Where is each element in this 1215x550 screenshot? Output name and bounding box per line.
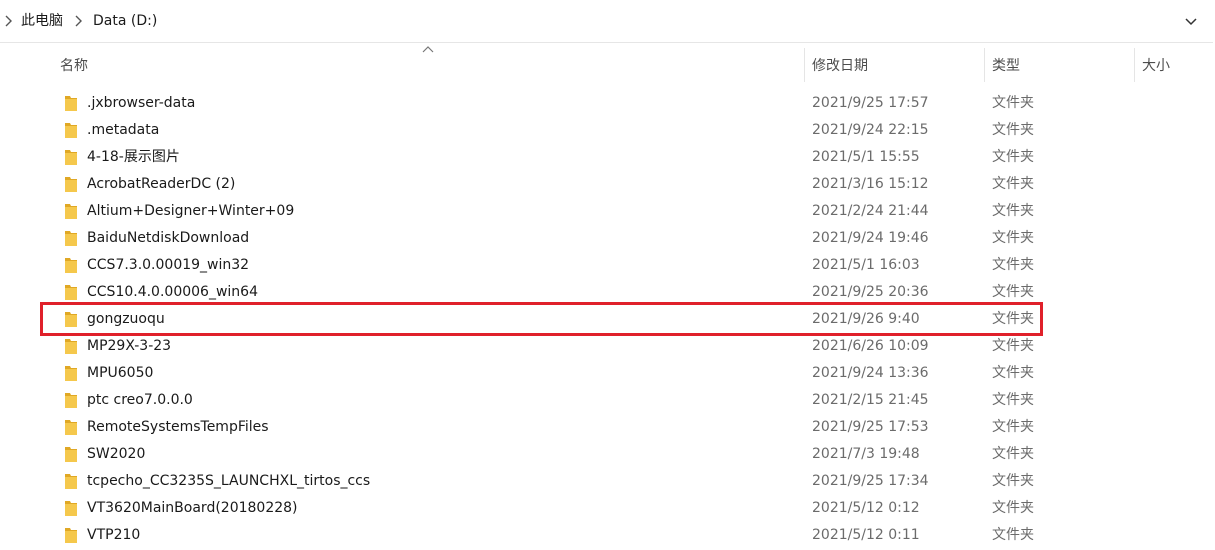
column-divider[interactable] bbox=[984, 48, 985, 82]
file-row[interactable]: MP29X-3-23 2021/6/26 10:09 文件夹 bbox=[0, 333, 1215, 360]
breadcrumb-item-this-pc[interactable]: 此电脑 bbox=[21, 12, 63, 30]
file-date: 2021/9/24 22:15 bbox=[812, 122, 929, 138]
file-date: 2021/3/16 15:12 bbox=[812, 176, 929, 192]
folder-icon bbox=[65, 366, 77, 381]
folder-icon bbox=[65, 258, 77, 273]
file-name: VT3620MainBoard(20180228) bbox=[87, 500, 298, 516]
file-date: 2021/2/15 21:45 bbox=[812, 392, 929, 408]
file-name: RemoteSystemsTempFiles bbox=[87, 419, 269, 435]
file-row[interactable]: MPU6050 2021/9/24 13:36 文件夹 bbox=[0, 360, 1215, 387]
file-row[interactable]: BaiduNetdiskDownload 2021/9/24 19:46 文件夹 bbox=[0, 225, 1215, 252]
file-type: 文件夹 bbox=[992, 149, 1034, 165]
file-type: 文件夹 bbox=[992, 419, 1034, 435]
file-name: CCS7.3.0.00019_win32 bbox=[87, 257, 250, 273]
file-date: 2021/9/25 17:57 bbox=[812, 95, 929, 111]
file-date: 2021/9/26 9:40 bbox=[812, 311, 920, 327]
file-type: 文件夹 bbox=[992, 203, 1034, 219]
file-date: 2021/9/24 19:46 bbox=[812, 230, 929, 246]
file-row[interactable]: VT3620MainBoard(20180228) 2021/5/12 0:12 文… bbox=[0, 495, 1215, 522]
folder-icon bbox=[65, 177, 77, 192]
file-type: 文件夹 bbox=[992, 230, 1034, 246]
file-date: 2021/9/24 13:36 bbox=[812, 365, 929, 381]
address-bar[interactable]: 此电脑 Data (D:) bbox=[0, 0, 1213, 43]
file-date: 2021/9/25 17:34 bbox=[812, 473, 929, 489]
file-type: 文件夹 bbox=[992, 122, 1034, 138]
folder-icon bbox=[65, 474, 77, 489]
file-row[interactable]: gongzuoqu 2021/9/26 9:40 文件夹 bbox=[0, 306, 1215, 333]
file-row[interactable]: VTP210 2021/5/12 0:11 文件夹 bbox=[0, 522, 1215, 549]
folder-icon bbox=[65, 96, 77, 111]
file-type: 文件夹 bbox=[992, 446, 1034, 462]
file-name: MP29X-3-23 bbox=[87, 338, 172, 354]
file-name: tcpecho_CC3235S_LAUNCHXL_tirtos_ccs bbox=[87, 473, 371, 489]
folder-icon bbox=[65, 528, 77, 543]
folder-icon bbox=[65, 231, 77, 246]
file-date: 2021/7/3 19:48 bbox=[812, 446, 920, 462]
file-row[interactable]: 4-18-展示图片 2021/5/1 15:55 文件夹 bbox=[0, 144, 1215, 171]
file-type: 文件夹 bbox=[992, 284, 1034, 300]
file-type: 文件夹 bbox=[992, 338, 1034, 354]
file-date: 2021/9/25 17:53 bbox=[812, 419, 929, 435]
file-name: Altium+Designer+Winter+09 bbox=[87, 203, 295, 219]
folder-icon bbox=[65, 312, 77, 327]
file-row[interactable]: Altium+Designer+Winter+09 2021/2/24 21:44… bbox=[0, 198, 1215, 225]
file-row[interactable]: SW2020 2021/7/3 19:48 文件夹 bbox=[0, 441, 1215, 468]
folder-icon bbox=[65, 204, 77, 219]
file-name: 4-18-展示图片 bbox=[87, 149, 180, 165]
file-name: gongzuoqu bbox=[87, 311, 165, 327]
folder-icon bbox=[65, 339, 77, 354]
file-date: 2021/2/24 21:44 bbox=[812, 203, 929, 219]
folder-icon bbox=[65, 393, 77, 408]
file-type: 文件夹 bbox=[992, 527, 1034, 543]
file-date: 2021/5/1 16:03 bbox=[812, 257, 920, 273]
file-row[interactable]: .jxbrowser-data 2021/9/25 17:57 文件夹 bbox=[0, 90, 1215, 117]
file-type: 文件夹 bbox=[992, 257, 1034, 273]
file-name: SW2020 bbox=[87, 446, 146, 462]
column-header-type[interactable]: 类型 bbox=[992, 57, 1020, 75]
column-header-date[interactable]: 修改日期 bbox=[812, 57, 868, 75]
file-type: 文件夹 bbox=[992, 365, 1034, 381]
breadcrumb-item-data-drive[interactable]: Data (D:) bbox=[93, 12, 157, 30]
file-row[interactable]: RemoteSystemsTempFiles 2021/9/25 17:53 文件夹 bbox=[0, 414, 1215, 441]
file-type: 文件夹 bbox=[992, 500, 1034, 516]
column-header: 名称 修改日期 类型 大小 bbox=[0, 48, 1215, 82]
folder-icon bbox=[65, 447, 77, 462]
file-row[interactable]: .metadata 2021/9/24 22:15 文件夹 bbox=[0, 117, 1215, 144]
file-type: 文件夹 bbox=[992, 392, 1034, 408]
file-date: 2021/5/12 0:12 bbox=[812, 500, 920, 516]
file-name: ptc creo7.0.0.0 bbox=[87, 392, 193, 408]
file-date: 2021/9/25 20:36 bbox=[812, 284, 929, 300]
file-row[interactable]: CCS10.4.0.00006_win64 2021/9/25 20:36 文件夹 bbox=[0, 279, 1215, 306]
file-type: 文件夹 bbox=[992, 311, 1034, 327]
column-header-size[interactable]: 大小 bbox=[1142, 57, 1170, 75]
file-name: BaiduNetdiskDownload bbox=[87, 230, 250, 246]
column-divider[interactable] bbox=[1134, 48, 1135, 82]
file-row[interactable]: AcrobatReaderDC (2) 2021/3/16 15:12 文件夹 bbox=[0, 171, 1215, 198]
file-type: 文件夹 bbox=[992, 95, 1034, 111]
folder-icon bbox=[65, 501, 77, 516]
folder-icon bbox=[65, 123, 77, 138]
file-name: VTP210 bbox=[87, 527, 141, 543]
chevron-right-icon[interactable] bbox=[72, 13, 86, 29]
chevron-down-icon[interactable] bbox=[1182, 14, 1200, 30]
file-name: CCS10.4.0.00006_win64 bbox=[87, 284, 258, 300]
file-type: 文件夹 bbox=[992, 176, 1034, 192]
file-date: 2021/5/1 15:55 bbox=[812, 149, 920, 165]
folder-icon bbox=[65, 285, 77, 300]
file-name: AcrobatReaderDC (2) bbox=[87, 176, 236, 192]
file-type: 文件夹 bbox=[992, 473, 1034, 489]
file-date: 2021/6/26 10:09 bbox=[812, 338, 929, 354]
file-name: .jxbrowser-data bbox=[87, 95, 196, 111]
folder-icon bbox=[65, 420, 77, 435]
file-row[interactable]: tcpecho_CC3235S_LAUNCHXL_tirtos_ccs 2021/… bbox=[0, 468, 1215, 495]
chevron-right-icon[interactable] bbox=[2, 13, 16, 29]
file-row[interactable]: ptc creo7.0.0.0 2021/2/15 21:45 文件夹 bbox=[0, 387, 1215, 414]
file-name: MPU6050 bbox=[87, 365, 154, 381]
folder-icon bbox=[65, 150, 77, 165]
column-header-name[interactable]: 名称 bbox=[60, 57, 88, 75]
file-name: .metadata bbox=[87, 122, 160, 138]
file-date: 2021/5/12 0:11 bbox=[812, 527, 920, 543]
column-divider[interactable] bbox=[804, 48, 805, 82]
file-row[interactable]: CCS7.3.0.00019_win32 2021/5/1 16:03 文件夹 bbox=[0, 252, 1215, 279]
